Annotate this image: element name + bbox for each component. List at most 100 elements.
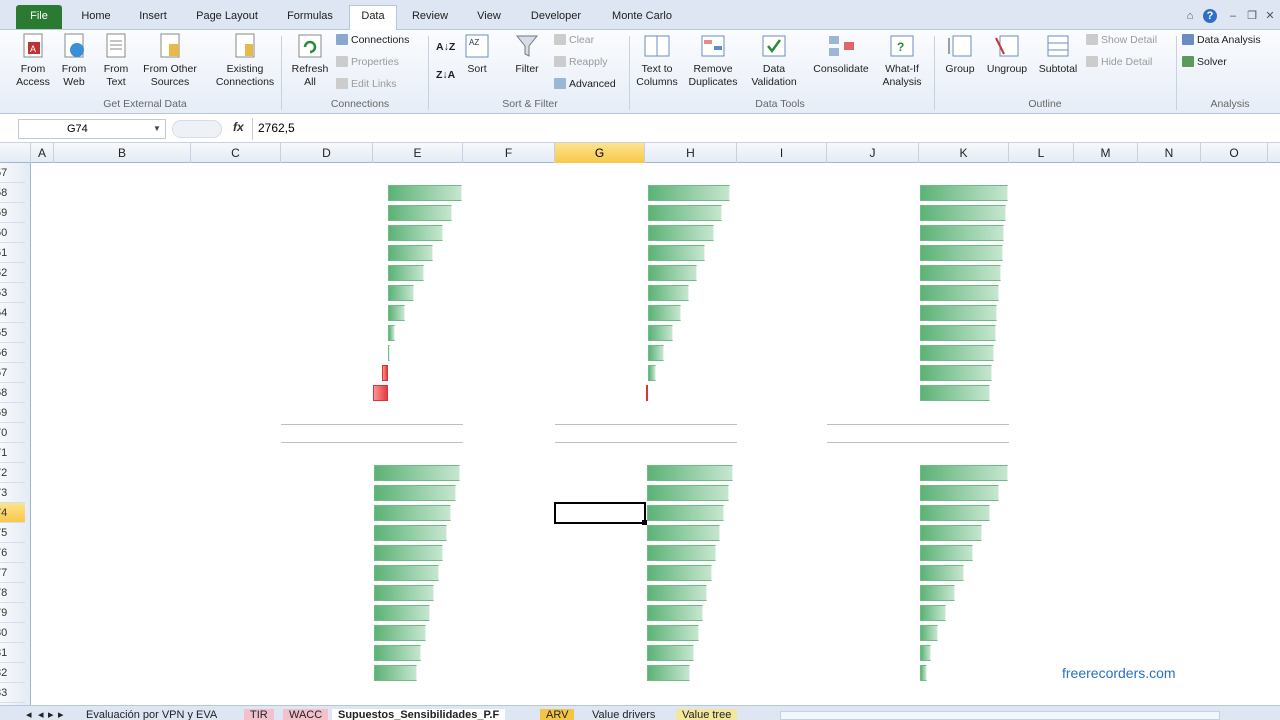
row-header[interactable]: 57: [0, 163, 25, 183]
row-header[interactable]: 65: [0, 323, 25, 343]
row-header[interactable]: 69: [0, 403, 25, 423]
row-header[interactable]: 76: [0, 543, 25, 563]
worksheet-grid[interactable]: [31, 163, 1280, 705]
subtotal-button[interactable]: Subtotal: [1034, 32, 1082, 76]
from-access-button[interactable]: A From Access: [14, 32, 52, 89]
column-header-l[interactable]: L: [1009, 143, 1074, 163]
sheet-tab[interactable]: WACC: [283, 709, 329, 720]
row-header[interactable]: 74: [0, 503, 25, 523]
remove-duplicates-button[interactable]: Remove Duplicates: [684, 32, 742, 89]
tab-monte-carlo[interactable]: Monte Carlo: [598, 6, 686, 28]
row-header[interactable]: 77: [0, 563, 25, 583]
sort-descending-icon[interactable]: Z↓A: [436, 68, 455, 82]
tab-insert[interactable]: Insert: [126, 6, 180, 28]
text-to-columns-button[interactable]: Text to Columns: [634, 32, 680, 89]
minimize-ribbon-icon[interactable]: ⌂: [1183, 9, 1197, 23]
existing-connections-button[interactable]: Existing Connections: [214, 32, 276, 89]
column-header-a[interactable]: A: [31, 143, 54, 163]
from-text-button[interactable]: From Text: [97, 32, 135, 89]
sheet-tab-active[interactable]: Supuestos_Sensibilidades_P.F: [332, 709, 506, 720]
last-sheet-icon[interactable]: ▸: [56, 709, 66, 720]
tab-data[interactable]: Data: [349, 5, 397, 31]
sheet-tab[interactable]: Value tree: [676, 709, 738, 720]
column-header-b[interactable]: B: [54, 143, 191, 163]
row-header[interactable]: 59: [0, 203, 25, 223]
clear-button[interactable]: Clear: [554, 33, 594, 47]
column-header-n[interactable]: N: [1138, 143, 1201, 163]
next-sheet-icon[interactable]: ▸: [46, 709, 56, 720]
column-header-h[interactable]: H: [645, 143, 737, 163]
horizontal-scrollbar[interactable]: [780, 711, 1220, 720]
data-analysis-button[interactable]: Data Analysis: [1182, 33, 1261, 47]
select-all-corner[interactable]: [0, 143, 31, 163]
tab-developer[interactable]: Developer: [520, 6, 592, 28]
solver-button[interactable]: Solver: [1182, 55, 1227, 69]
row-header[interactable]: 81: [0, 643, 25, 663]
row-header[interactable]: 61: [0, 243, 25, 263]
column-header-m[interactable]: M: [1074, 143, 1138, 163]
column-header-d[interactable]: D: [281, 143, 373, 163]
connections-button[interactable]: Connections: [336, 33, 409, 47]
formula-input[interactable]: 2762,5: [258, 121, 295, 135]
column-header-k[interactable]: K: [919, 143, 1009, 163]
row-header[interactable]: 67: [0, 363, 25, 383]
column-header-j[interactable]: J: [827, 143, 919, 163]
sort-ascending-icon[interactable]: A↓Z: [436, 40, 455, 54]
sheet-tab[interactable]: Value drivers: [586, 709, 661, 720]
data-validation-button[interactable]: Data Validation: [745, 32, 803, 89]
row-header[interactable]: 60: [0, 223, 25, 243]
tab-home[interactable]: Home: [70, 6, 122, 28]
row-header[interactable]: 82: [0, 663, 25, 683]
row-header[interactable]: 83: [0, 683, 25, 703]
column-header-i[interactable]: I: [737, 143, 827, 163]
from-web-button[interactable]: From Web: [55, 32, 93, 89]
row-header[interactable]: 71: [0, 443, 25, 463]
row-header[interactable]: 79: [0, 603, 25, 623]
window-minimize-icon[interactable]: –: [1226, 9, 1240, 23]
hide-detail-button[interactable]: Hide Detail: [1086, 55, 1152, 69]
show-detail-button[interactable]: Show Detail: [1086, 33, 1157, 47]
consolidate-button[interactable]: Consolidate: [808, 32, 874, 76]
sheet-tab[interactable]: TIR: [244, 709, 274, 720]
sheet-tab[interactable]: ARV: [540, 709, 575, 720]
what-if-analysis-button[interactable]: ? What-If Analysis: [876, 32, 928, 89]
filter-button[interactable]: Filter: [508, 32, 546, 76]
column-header-e[interactable]: E: [373, 143, 463, 163]
refresh-all-button[interactable]: Refresh All: [288, 32, 332, 89]
help-icon[interactable]: ?: [1203, 9, 1217, 23]
column-header-o[interactable]: O: [1201, 143, 1268, 163]
row-header[interactable]: 63: [0, 283, 25, 303]
name-box-dropdown-icon[interactable]: ▼: [153, 124, 161, 133]
row-header[interactable]: 58: [0, 183, 25, 203]
column-header-g[interactable]: G: [555, 143, 645, 163]
edit-links-button[interactable]: Edit Links: [336, 77, 397, 91]
tab-formulas[interactable]: Formulas: [274, 6, 346, 28]
sort-button[interactable]: AZ Sort: [461, 32, 493, 76]
group-button[interactable]: Group: [940, 32, 980, 76]
name-box[interactable]: G74: [18, 119, 166, 139]
tab-review[interactable]: Review: [402, 6, 458, 28]
sheet-tab[interactable]: Evaluación por VPN y EVA: [80, 709, 223, 720]
ungroup-button[interactable]: Ungroup: [982, 32, 1032, 76]
window-restore-icon[interactable]: ❐: [1245, 9, 1259, 23]
row-header[interactable]: 73: [0, 483, 25, 503]
window-close-icon[interactable]: ✕: [1263, 9, 1277, 23]
row-header[interactable]: 62: [0, 263, 25, 283]
tab-view[interactable]: View: [462, 6, 516, 28]
row-header[interactable]: 64: [0, 303, 25, 323]
reapply-button[interactable]: Reapply: [554, 55, 608, 69]
row-header[interactable]: 66: [0, 343, 25, 363]
tab-file[interactable]: File: [16, 5, 62, 29]
column-header-f[interactable]: F: [463, 143, 555, 163]
advanced-button[interactable]: Advanced: [554, 77, 616, 91]
fill-handle[interactable]: [642, 520, 647, 525]
tab-page-layout[interactable]: Page Layout: [184, 6, 270, 28]
insert-function-icon[interactable]: fx: [233, 120, 244, 134]
row-header[interactable]: 70: [0, 423, 25, 443]
row-header[interactable]: 72: [0, 463, 25, 483]
row-header[interactable]: 75: [0, 523, 25, 543]
first-sheet-icon[interactable]: ◂: [24, 709, 34, 720]
properties-button[interactable]: Properties: [336, 55, 399, 69]
column-header-c[interactable]: C: [191, 143, 281, 163]
row-header[interactable]: 80: [0, 623, 25, 643]
